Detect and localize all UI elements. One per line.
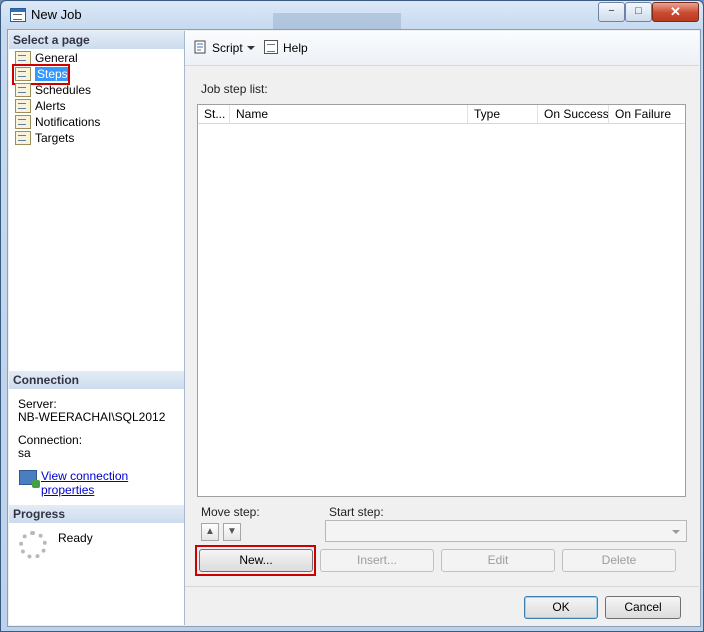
delete-step-button[interactable]: Delete — [562, 549, 676, 572]
connection-label: Connection: — [18, 433, 83, 447]
page-icon — [15, 115, 31, 129]
job-step-list-label: Job step list: — [201, 82, 268, 96]
help-button[interactable]: Help — [283, 40, 308, 56]
page-icon — [15, 99, 31, 113]
progress-status: Ready — [58, 531, 93, 545]
arrow-up-icon: ▲ — [205, 526, 215, 537]
progress-header: Progress — [9, 505, 184, 523]
nav-label: Notifications — [35, 115, 101, 129]
new-job-window: New Job − □ ✕ Select a page General Step… — [0, 0, 704, 632]
server-value: NB-WEERACHAI\SQL2012 — [18, 410, 166, 424]
app-icon — [10, 8, 26, 22]
select-page-header: Select a page — [9, 31, 184, 49]
page-icon — [15, 83, 31, 97]
connection-properties-icon — [19, 470, 40, 488]
column-header-type[interactable]: Type — [468, 105, 538, 123]
view-connection-properties-link[interactable]: View connection properties — [41, 469, 184, 497]
dialog-client-area: Select a page General Steps Schedules Al… — [7, 29, 701, 627]
window-title: New Job — [31, 7, 82, 22]
connection-header: Connection — [9, 371, 184, 389]
ok-button[interactable]: OK — [524, 596, 598, 619]
minimize-button[interactable]: − — [598, 2, 625, 22]
nav-label: General — [35, 51, 78, 65]
nav-label: Schedules — [35, 83, 92, 97]
right-pane: Script Help Job step list: St... Name Ty… — [185, 31, 699, 585]
left-pane: Select a page General Steps Schedules Al… — [9, 31, 185, 625]
nav-item-notifications[interactable]: Notifications — [11, 114, 181, 130]
edit-step-button[interactable]: Edit — [441, 549, 555, 572]
column-header-step[interactable]: St... — [198, 105, 230, 123]
grid-header: St... Name Type On Success On Failure — [198, 105, 685, 124]
start-step-select[interactable] — [325, 520, 687, 542]
nav-item-alerts[interactable]: Alerts — [11, 98, 181, 114]
insert-step-button[interactable]: Insert... — [320, 549, 434, 572]
progress-spinner-icon — [19, 531, 47, 559]
column-header-name[interactable]: Name — [230, 105, 468, 123]
start-step-label: Start step: — [329, 505, 384, 519]
connection-value: sa — [18, 446, 31, 460]
help-icon — [264, 40, 278, 54]
server-label: Server: — [18, 397, 57, 411]
column-header-on-failure[interactable]: On Failure — [609, 105, 685, 123]
arrow-down-icon: ▼ — [227, 526, 237, 537]
job-step-grid[interactable]: St... Name Type On Success On Failure — [197, 104, 686, 497]
title-bar[interactable]: New Job − □ ✕ — [1, 1, 703, 29]
nav-label: Targets — [35, 131, 75, 145]
page-icon — [15, 131, 31, 145]
move-step-label: Move step: — [201, 505, 260, 519]
close-button[interactable]: ✕ — [652, 2, 699, 22]
cancel-button[interactable]: Cancel — [605, 596, 681, 619]
move-up-button[interactable]: ▲ — [201, 523, 219, 541]
page-list: General Steps Schedules Alerts Notificat… — [11, 50, 181, 146]
script-dropdown-arrow-icon[interactable] — [247, 46, 255, 50]
script-button[interactable]: Script — [212, 40, 243, 56]
script-icon — [194, 40, 206, 54]
column-header-on-success[interactable]: On Success — [538, 105, 609, 123]
nav-label: Alerts — [35, 99, 66, 113]
background-window-blur — [273, 13, 401, 29]
maximize-button[interactable]: □ — [625, 2, 652, 22]
nav-item-schedules[interactable]: Schedules — [11, 82, 181, 98]
nav-item-targets[interactable]: Targets — [11, 130, 181, 146]
nav-item-steps[interactable]: Steps — [11, 64, 181, 85]
chevron-down-icon — [672, 530, 680, 534]
toolbar: Script Help — [185, 31, 699, 66]
page-icon — [15, 51, 31, 65]
dialog-footer: OK Cancel — [185, 586, 699, 626]
highlight-box — [195, 545, 316, 576]
move-down-button[interactable]: ▼ — [223, 523, 241, 541]
